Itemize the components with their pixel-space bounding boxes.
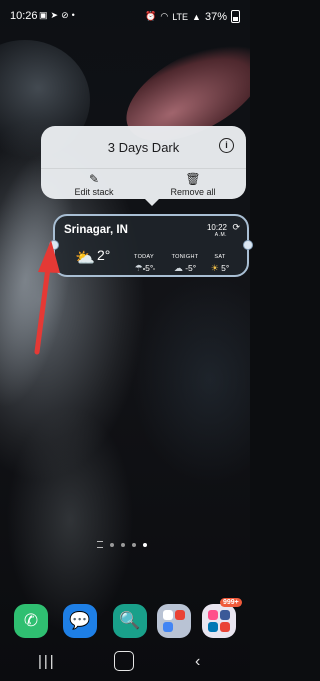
page-menu-icon	[97, 541, 103, 548]
messages-app[interactable]: 💬	[63, 604, 97, 638]
page-dot[interactable]	[110, 542, 114, 547]
app-dock: ✆ 💬 🔍 999+	[12, 598, 242, 638]
magnifier-icon: 🔍	[119, 611, 141, 630]
folder-app-thumb	[220, 622, 230, 632]
page-dot-active[interactable]	[143, 542, 147, 547]
home-page-indicator	[97, 541, 147, 548]
back-icon[interactable]: ‹	[195, 653, 200, 671]
folder-app-thumb	[208, 610, 218, 620]
folder-app-thumb	[163, 610, 173, 620]
folder-app-thumb	[175, 610, 185, 620]
page-dot[interactable]	[121, 542, 125, 547]
folder-app-thumb	[220, 610, 230, 620]
phone-app[interactable]: ✆	[14, 604, 48, 638]
folder-app-thumb	[163, 622, 173, 632]
bixby-vision-app[interactable]: 🔍	[113, 604, 147, 638]
home-icon[interactable]	[114, 651, 134, 671]
phone-icon: ✆	[23, 611, 39, 630]
google-folder[interactable]	[157, 604, 191, 638]
folder-app-thumb	[208, 622, 218, 632]
recents-icon[interactable]: |||	[38, 653, 56, 670]
annotation-arrow	[34, 240, 60, 355]
chat-bubble-icon: 💬	[69, 611, 91, 630]
page-dot[interactable]	[132, 542, 136, 547]
notification-badge: 999+	[220, 598, 242, 607]
store-folder[interactable]	[202, 604, 236, 638]
navigation-bar: ||| ‹	[0, 646, 250, 681]
